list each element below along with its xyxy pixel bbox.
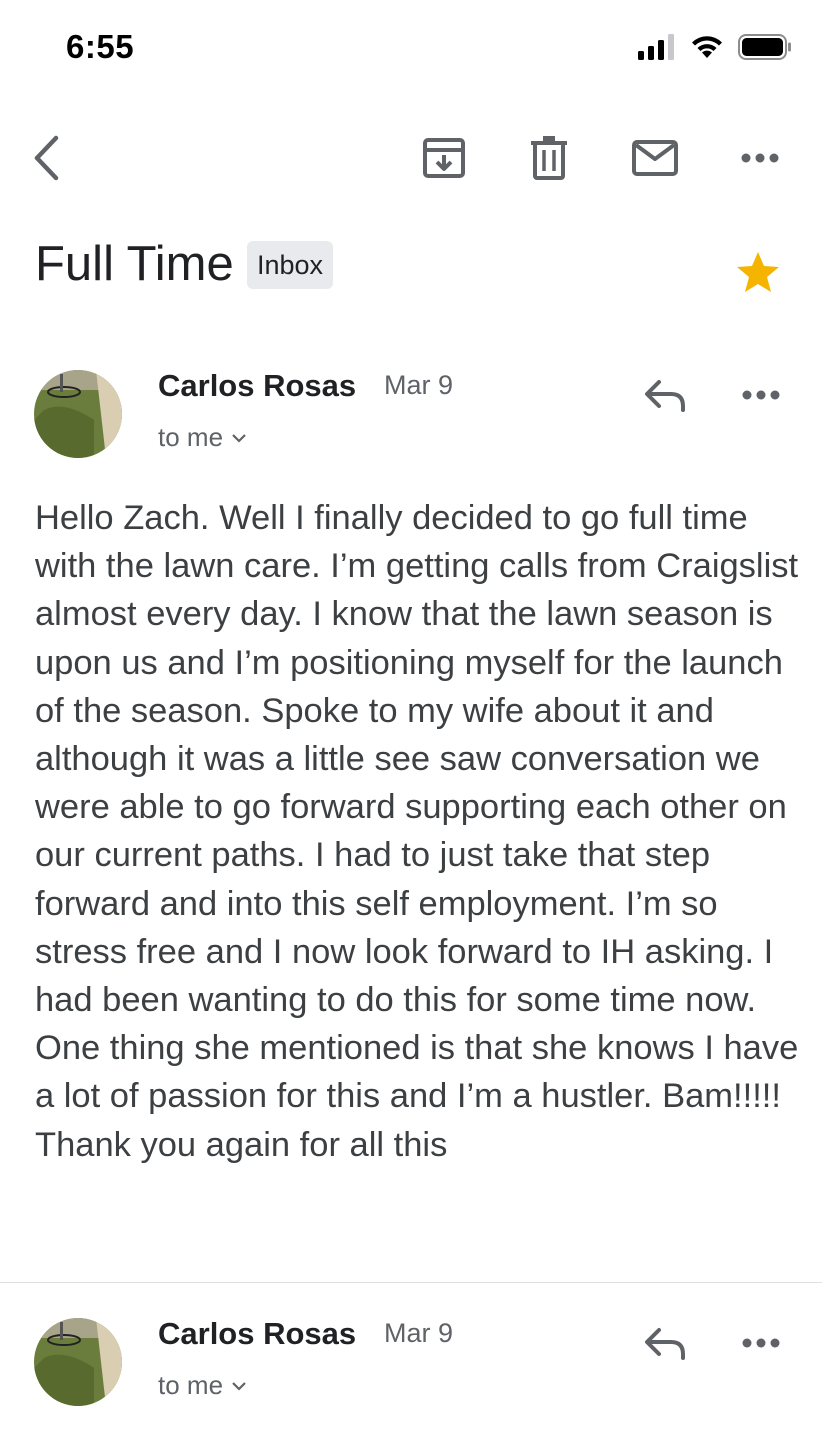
- delete-icon: [531, 136, 567, 180]
- subject-row: Full Time Inbox: [35, 232, 795, 302]
- wifi-icon: [692, 36, 722, 58]
- chevron-down-icon: [232, 433, 246, 443]
- mail-icon: [632, 140, 678, 176]
- star-button[interactable]: [735, 250, 781, 299]
- status-icons: [638, 34, 792, 60]
- archive-icon: [423, 138, 465, 178]
- status-time: 6:55: [66, 28, 135, 65]
- message-divider: [0, 1282, 822, 1283]
- more-horizontal-icon: [742, 390, 780, 400]
- message-date: Mar 9: [384, 1318, 454, 1348]
- avatar[interactable]: [34, 1318, 122, 1406]
- recipient-details-toggle[interactable]: to me: [158, 422, 247, 453]
- delete-button[interactable]: [511, 120, 587, 196]
- reply-icon: [645, 1328, 685, 1360]
- recipient-label: to me: [158, 1370, 224, 1400]
- avatar[interactable]: [34, 370, 122, 458]
- message-date: Mar 9: [384, 370, 454, 400]
- sender-name: Carlos Rosas: [158, 1316, 357, 1351]
- archive-button[interactable]: [406, 120, 482, 196]
- reply-button[interactable]: [634, 364, 696, 426]
- message-more-button[interactable]: [730, 364, 792, 426]
- recipient-details-toggle[interactable]: to me: [158, 1370, 247, 1401]
- battery-icon: [738, 34, 791, 60]
- mark-unread-button[interactable]: [617, 120, 693, 196]
- back-button[interactable]: [10, 120, 86, 196]
- inbox-label-badge[interactable]: Inbox: [247, 241, 334, 289]
- reply-icon: [645, 380, 685, 412]
- toolbar: [0, 120, 822, 196]
- message-header[interactable]: Carlos Rosas Mar 9 to me: [0, 1316, 822, 1418]
- message-header[interactable]: Carlos Rosas Mar 9 to me: [0, 368, 822, 470]
- more-horizontal-icon: [742, 1338, 780, 1348]
- sender-name: Carlos Rosas: [158, 368, 357, 403]
- chevron-down-icon: [232, 1381, 246, 1391]
- message-more-button[interactable]: [730, 1312, 792, 1374]
- status-bar: 6:55: [0, 0, 822, 100]
- reply-button[interactable]: [634, 1312, 696, 1374]
- recipient-label: to me: [158, 422, 224, 452]
- more-horizontal-icon: [741, 153, 779, 163]
- email-subject: Full Time: [35, 237, 234, 291]
- more-options-button[interactable]: [722, 120, 798, 196]
- star-icon: [737, 252, 779, 292]
- message-body: Hello Zach. Well I finally decided to go…: [35, 499, 799, 1164]
- cellular-signal-icon: [638, 34, 674, 60]
- back-arrow-icon: [34, 135, 59, 181]
